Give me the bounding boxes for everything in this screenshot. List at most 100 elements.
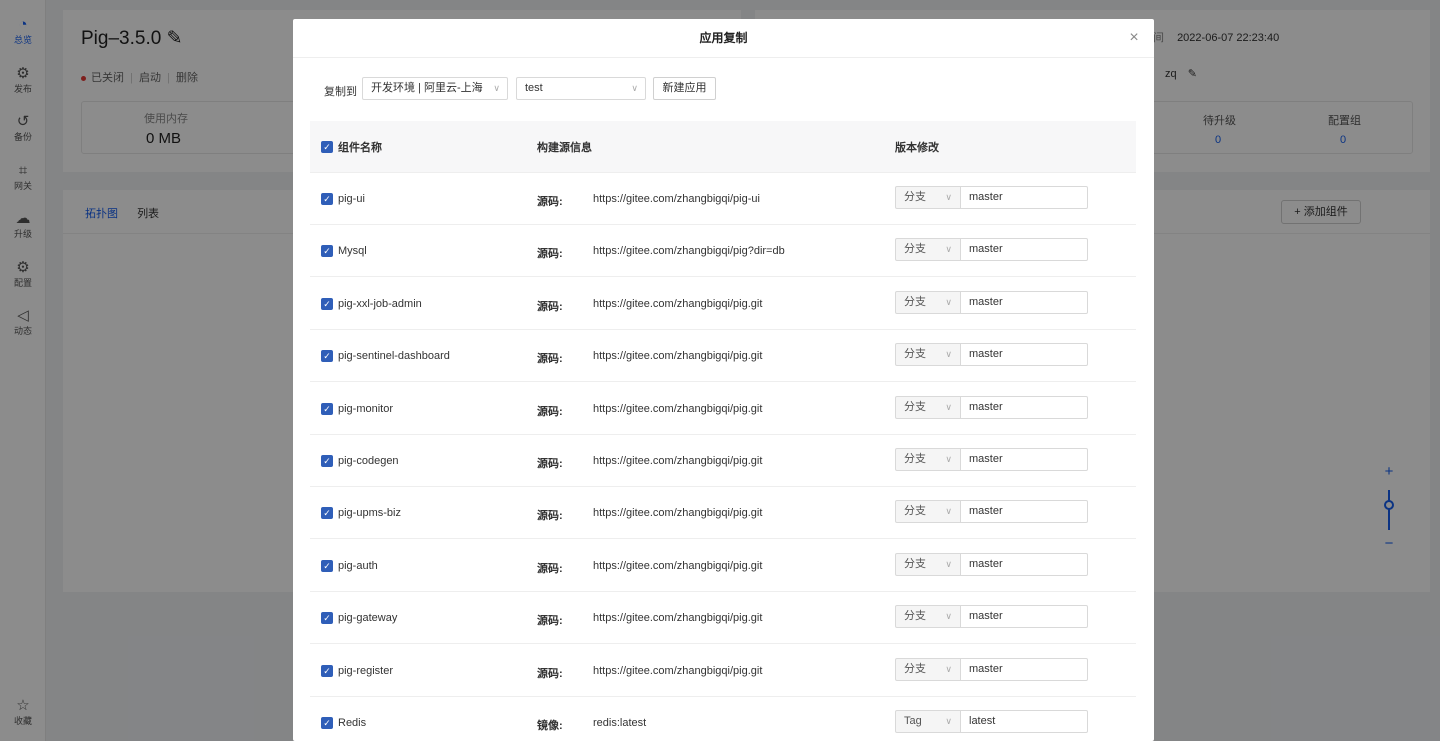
row-checkbox[interactable]: ✓ [321, 350, 333, 363]
table-row: ✓ Mysql 源码: https://gitee.com/zhangbigqi/pi… [310, 225, 1136, 278]
version-type-select[interactable]: Tag ∨ [895, 710, 961, 733]
source-url: https://gitee.com/zhangbigqi/pig.git [593, 297, 763, 310]
version-type-select[interactable]: 分支 ∨ [895, 448, 961, 471]
version-type-select[interactable]: 分支 ∨ [895, 500, 961, 524]
row-checkbox[interactable]: ✓ [321, 193, 333, 205]
component-name: pig-gateway [338, 612, 398, 625]
select-all-checkbox[interactable]: ✓ [321, 141, 333, 153]
version-value: master [969, 610, 1003, 623]
row-checkbox[interactable]: ✓ [321, 402, 333, 415]
table-row: ✓ pig-ui 源码: https://gitee.com/zhangbigqi/p… [310, 173, 1136, 225]
col-version-header: 版本修改 [895, 142, 939, 154]
version-type-value: 分支 [904, 610, 926, 623]
version-input[interactable]: master [960, 500, 1088, 524]
source-url: redis:latest [593, 717, 647, 729]
version-value: master [969, 662, 1003, 675]
version-type-value: 分支 [904, 662, 926, 675]
version-type-select[interactable]: 分支 ∨ [895, 657, 961, 681]
source-url: https://gitee.com/zhangbigqi/pig.git [593, 402, 763, 415]
target-app-select[interactable]: test ∨ [516, 77, 646, 100]
row-checkbox[interactable]: ✓ [321, 245, 333, 258]
version-input[interactable]: master [960, 657, 1088, 681]
row-checkbox[interactable]: ✓ [321, 717, 333, 729]
source-type-label: 源码: [537, 300, 563, 313]
version-input[interactable]: master [960, 343, 1088, 367]
row-checkbox[interactable]: ✓ [321, 455, 333, 467]
row-checkbox[interactable]: ✓ [321, 297, 333, 310]
version-type-value: 分支 [904, 243, 926, 256]
dialog-title: 应用复制 [699, 31, 748, 45]
version-input[interactable]: master [960, 395, 1088, 419]
component-name: pig-register [338, 664, 394, 677]
version-input[interactable]: master [960, 605, 1088, 629]
table-row: ✓ pig-monitor 源码: https://gitee.com/zhangbi… [310, 383, 1136, 435]
chevron-down-icon: ∨ [631, 83, 638, 93]
version-type-value: 分支 [904, 348, 926, 361]
version-type-select[interactable]: 分支 ∨ [895, 552, 961, 576]
col-name-header: 组件名称 [338, 142, 382, 154]
version-input[interactable]: master [960, 448, 1088, 471]
version-input[interactable]: master [960, 238, 1088, 262]
version-value: master [969, 400, 1003, 413]
source-url: https://gitee.com/zhangbigqi/pig.git [593, 559, 763, 572]
row-checkbox[interactable]: ✓ [321, 664, 333, 677]
row-checkbox[interactable]: ✓ [321, 507, 333, 520]
version-type-value: 分支 [904, 557, 926, 570]
version-type-select[interactable]: 分支 ∨ [895, 605, 961, 629]
version-value: master [969, 191, 1003, 203]
version-type-select[interactable]: 分支 ∨ [895, 290, 961, 314]
chevron-down-icon: ∨ [945, 558, 952, 569]
source-type-label: 源码: [537, 353, 563, 366]
version-input[interactable]: latest [960, 710, 1088, 733]
dialog-header: 应用复制 × [293, 19, 1154, 58]
row-checkbox[interactable]: ✓ [321, 612, 333, 625]
version-value: master [969, 505, 1003, 518]
version-input[interactable]: master [960, 290, 1088, 314]
source-type-label: 源码: [537, 458, 563, 470]
source-url: https://gitee.com/zhangbigqi/pig.git [593, 507, 763, 520]
chevron-down-icon: ∨ [493, 83, 500, 93]
version-type-value: 分支 [904, 505, 926, 518]
chevron-down-icon: ∨ [945, 401, 952, 412]
chevron-down-icon: ∨ [945, 611, 952, 622]
row-checkbox[interactable]: ✓ [321, 559, 333, 572]
new-app-button[interactable]: 新建应用 [653, 77, 716, 100]
version-type-value: 分支 [904, 453, 926, 465]
version-type-select[interactable]: 分支 ∨ [895, 343, 961, 367]
version-value: master [969, 243, 1003, 256]
chevron-down-icon: ∨ [945, 506, 952, 517]
component-name: pig-xxl-job-admin [338, 297, 422, 310]
table-row: ✓ pig-gateway 源码: https://gitee.com/zhangbi… [310, 592, 1136, 645]
close-icon[interactable]: × [1126, 29, 1142, 47]
source-type-label: 镜像: [537, 720, 563, 732]
version-value: latest [969, 715, 996, 727]
chevron-down-icon: ∨ [945, 454, 952, 464]
version-type-value: Tag [904, 715, 922, 727]
chevron-down-icon: ∨ [945, 296, 952, 307]
source-url: https://gitee.com/zhangbigqi/pig.git [593, 350, 763, 363]
version-type-value: 分支 [904, 295, 926, 308]
version-type-select[interactable]: 分支 ∨ [895, 395, 961, 419]
environment-select[interactable]: 开发环境 | 阿里云-上海 ∨ [362, 77, 508, 100]
chevron-down-icon: ∨ [945, 192, 952, 202]
version-input[interactable]: master [960, 186, 1088, 209]
copy-to-label: 复制到 [324, 86, 357, 98]
environment-value: 开发环境 | 阿里云-上海 [371, 82, 483, 94]
table-header: ✓ 组件名称 构建源信息 版本修改 [310, 121, 1136, 173]
table-row: ✓ pig-upms-biz 源码: https://gitee.com/zhangb… [310, 487, 1136, 540]
version-input[interactable]: master [960, 552, 1088, 576]
source-url: https://gitee.com/zhangbigqi/pig.git [593, 664, 763, 677]
source-type-label: 源码: [537, 562, 563, 575]
version-value: master [969, 348, 1003, 361]
version-type-select[interactable]: 分支 ∨ [895, 186, 961, 209]
version-type-value: 分支 [904, 400, 926, 413]
component-name: pig-monitor [338, 402, 394, 415]
version-type-select[interactable]: 分支 ∨ [895, 238, 961, 262]
component-name: pig-sentinel-dashboard [338, 350, 450, 363]
component-name: Redis [338, 717, 367, 729]
chevron-down-icon: ∨ [945, 244, 952, 255]
source-url: https://gitee.com/zhangbigqi/pig.git [593, 455, 763, 467]
copy-app-dialog: 应用复制 × 复制到 开发环境 | 阿里云-上海 ∨ test ∨ 新建应用 ✓… [293, 19, 1154, 741]
source-type-label: 源码: [537, 667, 563, 680]
table-row: ✓ pig-codegen 源码: https://gitee.com/zhangbi… [310, 435, 1136, 487]
